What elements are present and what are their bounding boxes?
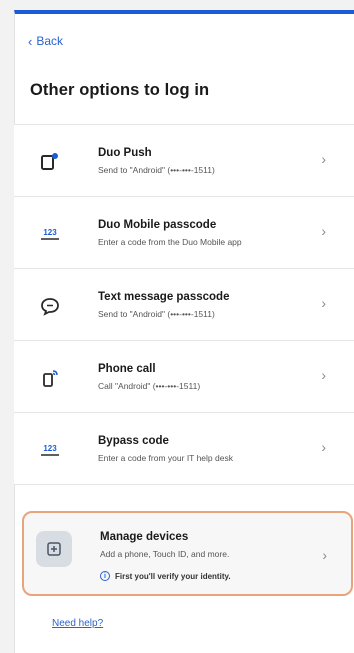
back-label: Back [36, 34, 64, 48]
verify-identity-note: i First you'll verify your identity. [100, 571, 231, 581]
screen: ‹ Back Other options to log in Duo Push … [0, 0, 354, 653]
option-title: Duo Push [98, 147, 152, 159]
option-subtitle: Enter a code from your IT help desk [98, 453, 233, 463]
need-help-link[interactable]: Need help? [52, 618, 103, 629]
manage-devices-subtitle: Add a phone, Touch ID, and more. [100, 549, 230, 559]
option-title: Text message passcode [98, 291, 230, 303]
svg-text:123: 123 [43, 444, 57, 453]
chevron-right-icon: › [321, 439, 326, 455]
svg-text:123: 123 [43, 228, 57, 237]
option-duo-push[interactable]: Duo Push Send to "Android" (•••-•••-1511… [14, 125, 354, 197]
phone-call-icon [38, 366, 62, 390]
chevron-right-icon: › [321, 223, 326, 239]
push-phone-icon [38, 150, 62, 174]
page-title: Other options to log in [30, 81, 210, 99]
chevron-right-icon: › [321, 151, 326, 167]
option-title: Phone call [98, 363, 156, 375]
chevron-right-icon: › [322, 547, 327, 563]
verify-identity-text: First you'll verify your identity. [115, 571, 231, 581]
chevron-right-icon: › [321, 367, 326, 383]
option-subtitle: Call "Android" (•••-•••-1511) [98, 381, 201, 391]
option-bypass-code[interactable]: 123 Bypass code Enter a code from your I… [14, 413, 354, 485]
back-link[interactable]: ‹ Back [28, 34, 63, 48]
option-subtitle: Send to "Android" (•••-•••-1511) [98, 309, 215, 319]
chat-bubble-icon [38, 294, 62, 318]
option-text-message-passcode[interactable]: Text message passcode Send to "Android" … [14, 269, 354, 341]
manage-devices-title: Manage devices [100, 531, 189, 543]
manage-devices-button[interactable]: Manage devices Add a phone, Touch ID, an… [22, 511, 353, 596]
chevron-left-icon: ‹ [28, 33, 33, 49]
option-subtitle: Enter a code from the Duo Mobile app [98, 237, 242, 247]
info-icon: i [100, 571, 110, 581]
option-phone-call[interactable]: Phone call Call "Android" (•••-•••-1511)… [14, 341, 354, 413]
manage-devices-icon [36, 531, 72, 567]
option-subtitle: Send to "Android" (•••-•••-1511) [98, 165, 215, 175]
option-title: Bypass code [98, 435, 169, 447]
option-duo-mobile-passcode[interactable]: 123 Duo Mobile passcode Enter a code fro… [14, 197, 354, 269]
option-title: Duo Mobile passcode [98, 219, 217, 231]
passcode-icon: 123 [38, 222, 62, 246]
chevron-right-icon: › [321, 295, 326, 311]
passcode-icon: 123 [38, 438, 62, 462]
